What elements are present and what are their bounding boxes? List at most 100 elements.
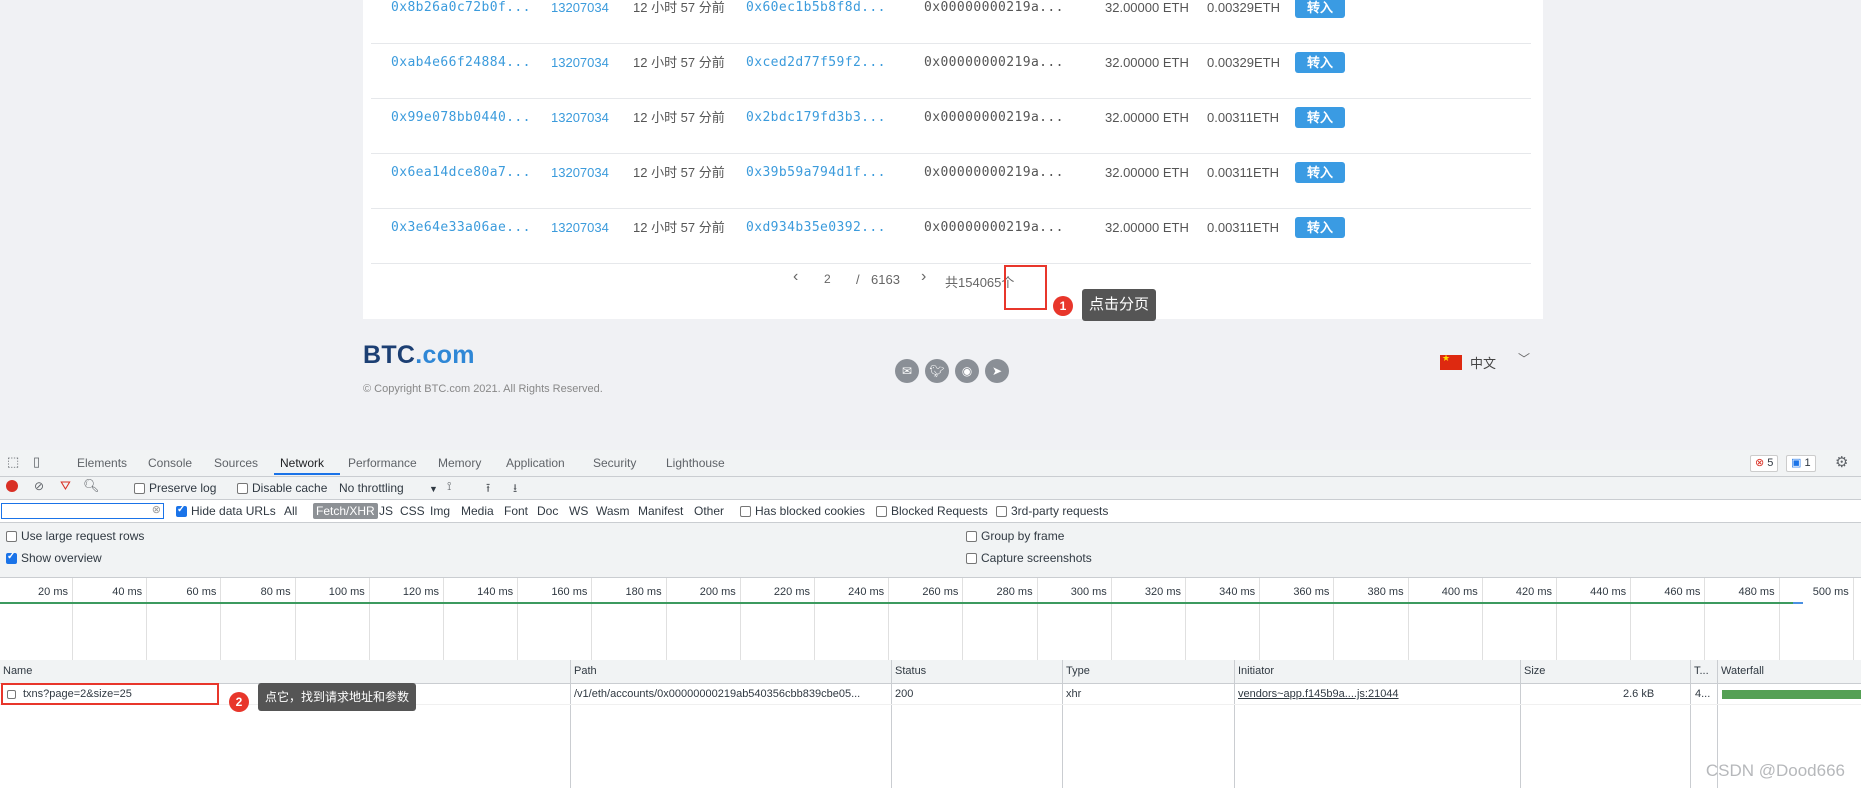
hide-data-urls-checkbox[interactable]: Hide data URLs [176,504,276,518]
blocked-requests-checkbox[interactable]: Blocked Requests [876,504,988,518]
from-address-link[interactable]: 0xced2d77f59f2... [746,44,886,82]
tab-performance[interactable]: Performance [348,456,417,470]
col-path[interactable]: Path [574,665,597,677]
timeline-gridline [1630,578,1632,660]
filter-type-img[interactable]: Img [430,504,450,518]
tx-hash-link[interactable]: 0x8b26a0c72b0f... [391,0,531,27]
preserve-log-checkbox[interactable]: Preserve log [134,481,216,495]
error-count-badge[interactable]: ⊗ 5 [1750,455,1779,472]
col-size[interactable]: Size [1524,665,1545,677]
tab-memory[interactable]: Memory [438,456,481,470]
direction-badge[interactable]: 转入 [1295,162,1345,183]
block-link[interactable]: 13207034 [551,209,609,247]
col-waterfall[interactable]: Waterfall [1721,665,1764,677]
tab-console[interactable]: Console [148,456,192,470]
tab-sources[interactable]: Sources [214,456,258,470]
col-divider[interactable] [891,660,892,788]
clear-filter-icon[interactable]: ⊗ [152,503,161,516]
filter-input[interactable]: ⊗ [1,503,164,519]
filter-all[interactable]: All [284,504,297,518]
from-address-link[interactable]: 0xd934b35e0392... [746,209,886,247]
filter-icon[interactable]: ⛛ [60,478,71,494]
block-link[interactable]: 13207034 [551,99,609,137]
block-link[interactable]: 13207034 [551,154,609,192]
filter-type-js[interactable]: JS [379,504,393,518]
timeline-overview[interactable]: 20 ms 40 ms 60 ms 80 ms 100 ms 120 ms 140 ms 16… [0,578,1861,661]
filter-type-fetch-xhr[interactable]: Fetch/XHR [313,503,378,519]
export-har-icon[interactable]: ⭳ [513,479,517,500]
show-overview-checkbox[interactable]: Show overview [6,551,102,565]
capture-screenshots-checkbox[interactable]: Capture screenshots [966,551,1092,565]
request-initiator-link[interactable]: vendors~app.f145b9a....js:21044 [1238,688,1399,700]
filter-type-media[interactable]: Media [461,504,494,518]
filter-type-doc[interactable]: Doc [537,504,558,518]
tx-hash-link[interactable]: 0xab4e66f24884... [391,44,531,82]
from-address-link[interactable]: 0x2bdc179fd3b3... [746,99,886,137]
direction-badge[interactable]: 转入 [1295,0,1345,18]
from-address-link[interactable]: 0x39b59a794d1f... [746,154,886,192]
col-type[interactable]: Type [1066,665,1090,677]
col-divider[interactable] [1520,660,1521,788]
large-rows-checkbox[interactable]: Use large request rows [6,529,144,543]
device-toolbar-icon[interactable]: ▯ [33,454,40,470]
col-time[interactable]: T... [1694,665,1709,677]
chevron-down-icon[interactable]: ﹀ [1518,350,1530,367]
search-icon[interactable]: 🔍︎ [83,478,100,494]
has-blocked-cookies-checkbox[interactable]: Has blocked cookies [740,504,865,518]
timeline-tick-label: 320 ms [1144,586,1181,598]
timeline-gridline [220,578,222,660]
to-address: 0x00000000219a... [924,165,1064,180]
col-divider[interactable] [570,660,571,788]
tab-security[interactable]: Security [593,456,636,470]
twitter-icon[interactable]: 🐦︎ [925,359,949,383]
next-page-button[interactable]: › [921,268,926,286]
tab-network[interactable]: Network [280,456,324,470]
settings-gear-icon[interactable]: ⚙ [1835,453,1848,471]
col-divider[interactable] [1234,660,1235,788]
inspect-element-icon[interactable]: ⬚ [7,454,19,470]
filter-type-other[interactable]: Other [694,504,724,518]
btc-logo[interactable]: BTC.com [363,341,475,370]
mail-icon[interactable]: ✉ [895,359,919,383]
block-link[interactable]: 13207034 [551,44,609,82]
timeline-tick-label: 120 ms [402,586,439,598]
direction-badge[interactable]: 转入 [1295,107,1345,128]
timeline-tick-label: 480 ms [1738,586,1775,598]
current-page[interactable]: 2 [824,272,831,286]
import-har-icon[interactable]: ⭱ [486,479,490,500]
weibo-icon[interactable]: ◉ [955,359,979,383]
tx-hash-link[interactable]: 0x3e64e33a06ae... [391,209,531,247]
tab-application[interactable]: Application [506,456,565,470]
third-party-checkbox[interactable]: 3rd-party requests [996,504,1108,518]
clear-icon[interactable]: ⊘ [34,479,44,493]
from-address-link[interactable]: 0x60ec1b5b8f8d... [746,0,886,27]
tx-hash-link[interactable]: 0x6ea14dce80a7... [391,154,531,192]
filter-type-wasm[interactable]: Wasm [596,504,630,518]
filter-type-font[interactable]: Font [504,504,528,518]
filter-type-css[interactable]: CSS [400,504,425,518]
filter-type-ws[interactable]: WS [569,504,588,518]
network-conditions-icon[interactable]: ⟟ [447,479,451,494]
throttling-select[interactable]: No throttling ▼ [339,481,438,495]
telegram-icon[interactable]: ➤ [985,359,1009,383]
message-count-badge[interactable]: ▣ 1 [1786,455,1816,472]
tab-elements[interactable]: Elements [77,456,127,470]
direction-badge[interactable]: 转入 [1295,52,1345,73]
disable-cache-checkbox[interactable]: Disable cache [237,481,327,495]
col-initiator[interactable]: Initiator [1238,665,1274,677]
timeline-gridline [1556,578,1557,660]
direction-badge[interactable]: 转入 [1295,217,1345,238]
record-icon[interactable] [6,480,18,492]
col-name[interactable]: Name [3,665,32,677]
tab-lighthouse[interactable]: Lighthouse [666,456,725,470]
block-link[interactable]: 13207034 [551,0,609,27]
col-divider[interactable] [1690,660,1691,788]
filter-type-manifest[interactable]: Manifest [638,504,683,518]
col-divider[interactable] [1062,660,1063,788]
timeline-tick-label: 280 ms [996,586,1033,598]
prev-page-button[interactable]: ‹ [793,268,798,286]
col-status[interactable]: Status [895,665,926,677]
tx-hash-link[interactable]: 0x99e078bb0440... [391,99,531,137]
group-by-frame-checkbox[interactable]: Group by frame [966,529,1064,543]
language-selector[interactable]: 中文 [1470,353,1496,372]
